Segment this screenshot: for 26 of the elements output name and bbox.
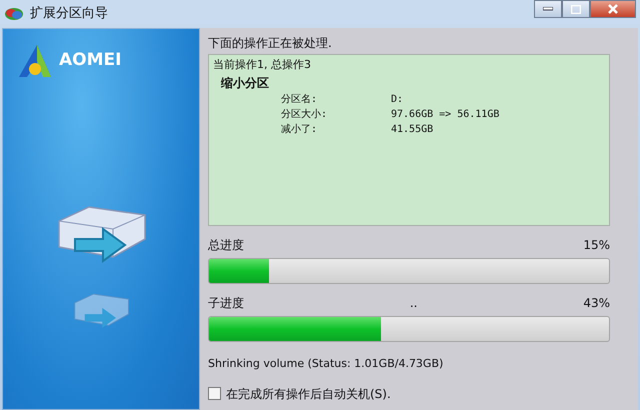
progress-label: 子进度 xyxy=(208,295,244,312)
minimize-button[interactable] xyxy=(534,0,562,18)
status-text: Shrinking volume (Status: 1.01GB/4.73GB) xyxy=(208,356,444,372)
close-icon xyxy=(608,4,618,14)
checkbox[interactable] xyxy=(208,387,221,400)
progress-label: 总进度 xyxy=(208,237,244,254)
progress-note: .. xyxy=(410,295,418,312)
progress-percent: 43% xyxy=(583,295,610,312)
summary-text: 当前操作1, 总操作3 xyxy=(213,57,312,73)
heading-text: 下面的操作正在被处理. xyxy=(208,35,333,52)
close-button[interactable] xyxy=(590,0,636,18)
window-title: 扩展分区向导 xyxy=(30,5,108,24)
field-label: 分区大小: xyxy=(281,108,328,122)
operation-title: 缩小分区 xyxy=(220,74,270,92)
field-value: D: xyxy=(391,92,404,106)
maximize-button[interactable] xyxy=(562,0,590,18)
progress-percent: 15% xyxy=(583,237,610,254)
field-value: 97.66GB => 56.11GB xyxy=(391,108,500,122)
checkbox-label: 在完成所有操作后自动关机(S). xyxy=(226,386,391,402)
field-label: 分区名: xyxy=(281,92,318,106)
app-icon xyxy=(4,6,24,22)
minimize-icon xyxy=(543,7,553,11)
field-label: 减小了: xyxy=(281,122,318,136)
field-value: 41.55GB xyxy=(391,122,434,136)
logo-text: AOMEI xyxy=(59,49,122,72)
maximize-icon xyxy=(571,4,581,14)
